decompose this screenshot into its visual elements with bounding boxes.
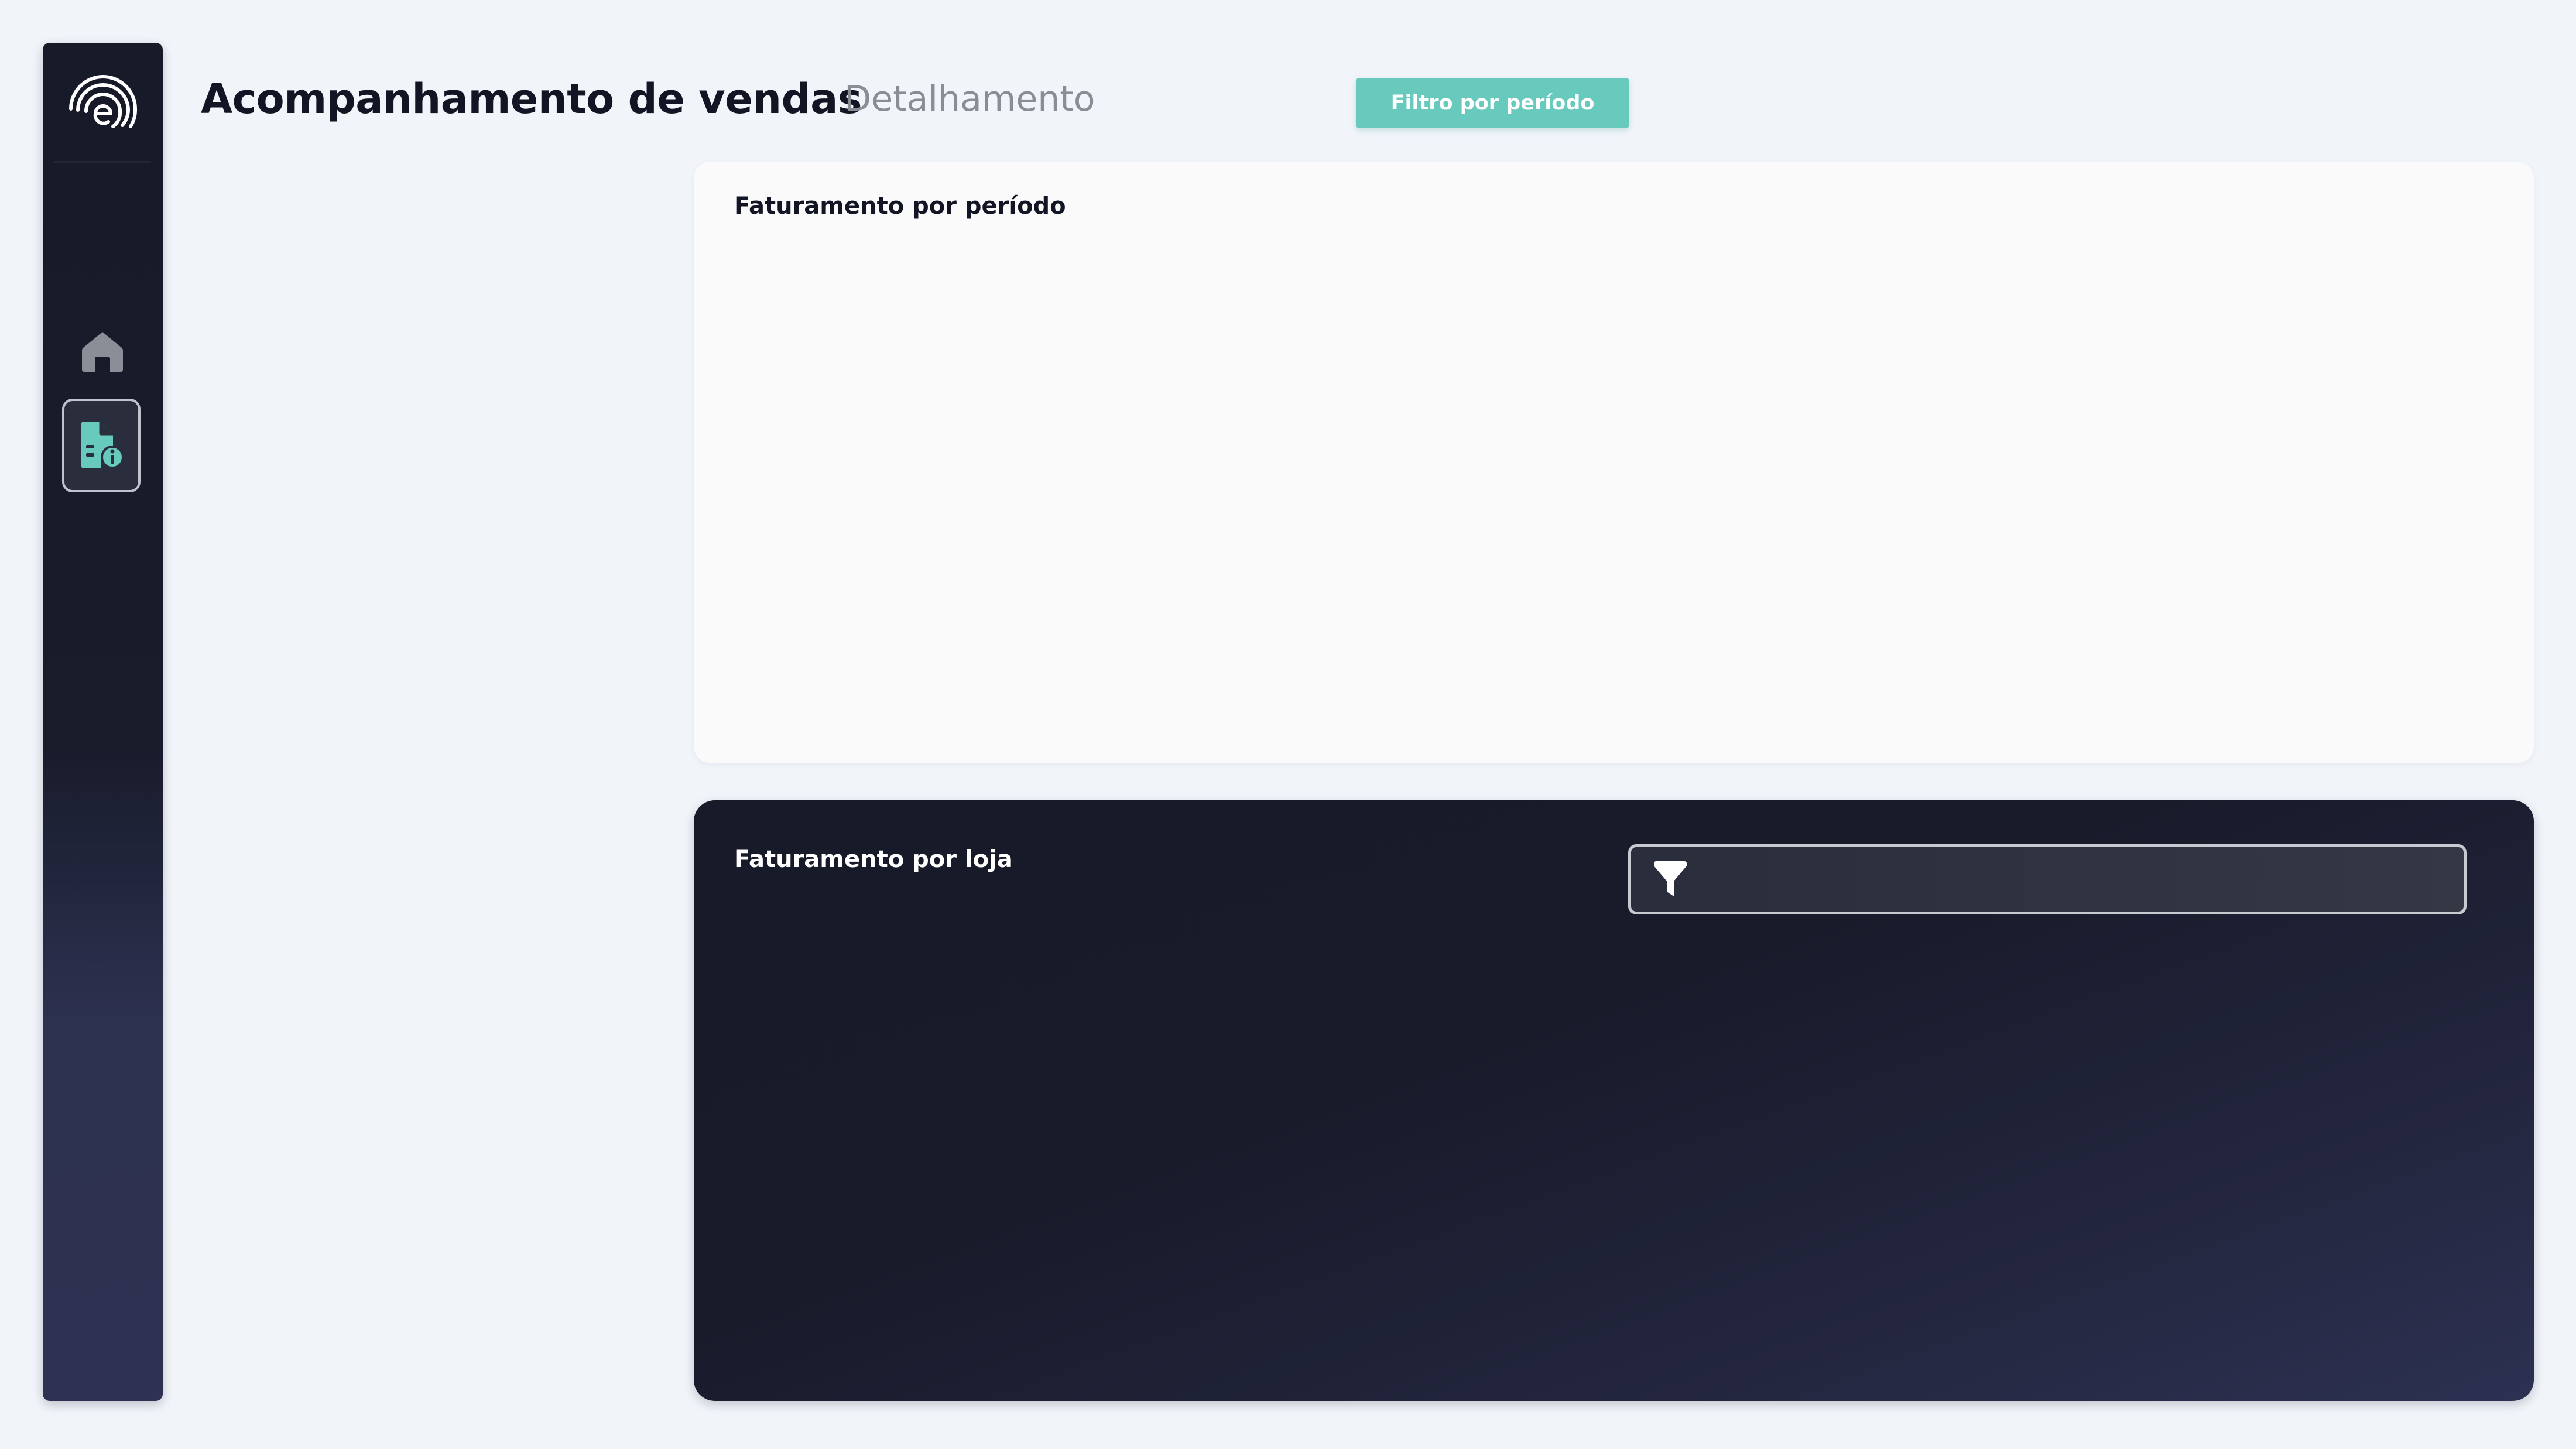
document-info-icon: [81, 422, 124, 469]
brand-logo[interactable]: [43, 43, 163, 163]
card-title: Faturamento por loja: [734, 846, 1013, 873]
sidebar-item-detail[interactable]: [62, 399, 141, 492]
sidebar: [43, 43, 163, 1401]
revenue-by-period-card: Faturamento por período: [694, 162, 2534, 763]
filter-icon: [1652, 861, 1689, 898]
page-subtitle: Detalhamento: [844, 78, 1095, 119]
store-filter-input[interactable]: [1689, 847, 2464, 912]
period-filter-button[interactable]: Filtro por período: [1356, 78, 1629, 128]
home-icon: [82, 332, 123, 372]
sidebar-divider: [54, 161, 151, 163]
page-title: Acompanhamento de vendas: [201, 75, 862, 123]
card-title: Faturamento por período: [734, 193, 1066, 220]
brand-logo-icon: [68, 74, 137, 128]
app-page: Acompanhamento de vendas Detalhamento Fi…: [0, 0, 2576, 1449]
store-filter-field[interactable]: [1628, 844, 2467, 914]
revenue-by-store-card: Faturamento por loja: [694, 800, 2534, 1401]
sidebar-item-home[interactable]: [64, 302, 141, 401]
